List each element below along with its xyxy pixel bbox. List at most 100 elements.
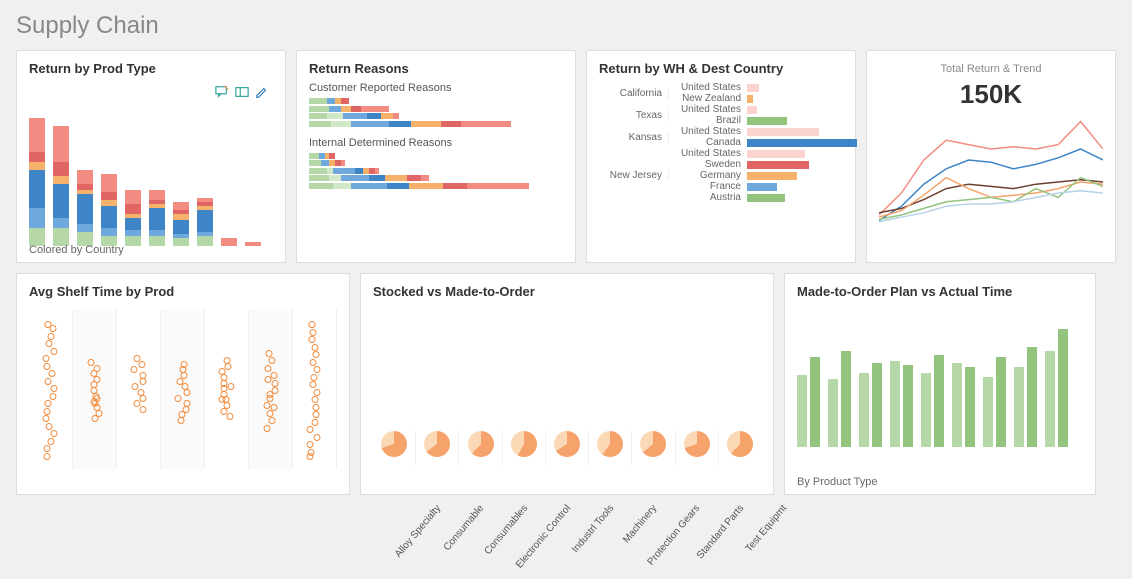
bar (101, 174, 117, 246)
scatter-column (161, 309, 205, 469)
h-bar (309, 106, 563, 112)
kpi-title: Total Return & Trend (879, 63, 1103, 75)
h-bar (747, 106, 757, 114)
bar (197, 198, 213, 246)
card-toolbar (215, 85, 269, 99)
comment-icon[interactable] (215, 85, 229, 99)
page-title: Supply Chain (16, 12, 1116, 40)
pie-multiples-chart: Alloy SpecialtyConsumableConsumablesElec… (373, 305, 761, 465)
bar-group (1014, 347, 1037, 447)
scatter-column (73, 309, 117, 469)
pie (640, 431, 666, 457)
dashboard-row-2: Avg Shelf Time by Prod Stocked vs Made-t… (16, 273, 1116, 495)
card-title: Return Reasons (309, 61, 563, 76)
h-bar (747, 183, 777, 191)
wh-label: Texas (599, 110, 669, 121)
card-title: Return by Prod Type (29, 61, 273, 76)
bar (173, 202, 189, 246)
country-label: Austria (669, 192, 747, 203)
h-bar (309, 175, 563, 181)
bar-group (859, 363, 882, 447)
bar (149, 190, 165, 246)
h-bar (309, 183, 563, 189)
h-bar (747, 161, 809, 169)
stacked-bar-chart (29, 116, 273, 246)
pie-column: Protection Gears (632, 431, 675, 465)
pie (424, 431, 450, 457)
pie (554, 431, 580, 457)
card-title: Made-to-Order Plan vs Actual Time (797, 284, 1083, 299)
country-label: France (669, 181, 747, 192)
bar (245, 242, 261, 246)
bar-group (1045, 329, 1068, 447)
country-label: Sweden (669, 159, 747, 170)
h-bar (747, 150, 805, 158)
layout-icon[interactable] (235, 85, 249, 99)
bar-group (828, 351, 851, 447)
pie-column: Consumable (416, 431, 459, 465)
card-title: Avg Shelf Time by Prod (29, 284, 337, 299)
h-bar (309, 168, 563, 174)
country-label: United States (669, 148, 747, 159)
pie-column: Alloy Specialty (373, 431, 416, 465)
card-return-by-prod-type[interactable]: Return by Prod Type Colored by Country (16, 50, 286, 263)
pie-column: Test Equipmt (719, 431, 761, 465)
country-label: Brazil (669, 115, 747, 126)
bar-group (983, 357, 1006, 447)
kpi-value: 150K (879, 79, 1103, 110)
card-return-by-wh-dest[interactable]: Return by WH & Dest Country CaliforniaUn… (586, 50, 856, 263)
bar-group (890, 361, 913, 447)
subheader-customer: Customer Reported Reasons (309, 82, 563, 94)
pie (468, 431, 494, 457)
country-label: United States (669, 104, 747, 115)
pie (381, 431, 407, 457)
h-bar (747, 194, 785, 202)
bar (77, 170, 93, 246)
pie-column: Machinery (589, 431, 632, 465)
card-title: Stocked vs Made-to-Order (373, 284, 761, 299)
card-title: Return by WH & Dest Country (599, 61, 843, 76)
country-label: Germany (669, 170, 747, 181)
h-bar (309, 98, 563, 104)
dashboard-row-1: Return by Prod Type Colored by Country R… (16, 50, 1116, 263)
h-bar (747, 139, 857, 147)
strip-scatter-chart (29, 309, 337, 469)
bar (221, 238, 237, 246)
country-label: United States (669, 82, 747, 93)
pie-column: Industrl Tools (546, 431, 589, 465)
wh-label: New Jersey (599, 170, 669, 181)
line-chart (879, 116, 1103, 226)
country-label: Canada (669, 137, 747, 148)
scatter-column (293, 309, 337, 469)
scatter-column (205, 309, 249, 469)
bar-group (952, 363, 975, 447)
h-bar (309, 160, 563, 166)
bar (125, 190, 141, 246)
edit-icon[interactable] (255, 85, 269, 99)
card-caption: Colored by Country (29, 244, 124, 256)
card-stocked-vs-mto[interactable]: Stocked vs Made-to-Order Alloy Specialty… (360, 273, 774, 495)
h-bar (747, 117, 787, 125)
pie-column: Standard Parts (676, 431, 719, 465)
pie-column: Consumables (459, 431, 502, 465)
h-bar (747, 128, 819, 136)
h-bar (309, 121, 563, 127)
country-label: United States (669, 126, 747, 137)
card-avg-shelf-time[interactable]: Avg Shelf Time by Prod (16, 273, 350, 495)
wh-dest-chart: CaliforniaUnited StatesNew ZealandTexasU… (599, 82, 843, 203)
grouped-bar-chart (797, 317, 1083, 447)
bar (53, 126, 69, 246)
bar-group (797, 357, 820, 447)
pie (727, 431, 753, 457)
card-return-reasons[interactable]: Return Reasons Customer Reported Reasons… (296, 50, 576, 263)
card-mto-plan-vs-actual[interactable]: Made-to-Order Plan vs Actual Time By Pro… (784, 273, 1096, 495)
card-caption: By Product Type (797, 476, 878, 488)
pie-column: Electronic Control (503, 431, 546, 465)
card-total-return-trend[interactable]: Total Return & Trend 150K (866, 50, 1116, 263)
bar (29, 118, 45, 246)
country-label: New Zealand (669, 93, 747, 104)
scatter-column (117, 309, 161, 469)
h-bar (747, 95, 753, 103)
bar-group (921, 355, 944, 447)
subheader-internal: Internal Determined Reasons (309, 137, 563, 149)
